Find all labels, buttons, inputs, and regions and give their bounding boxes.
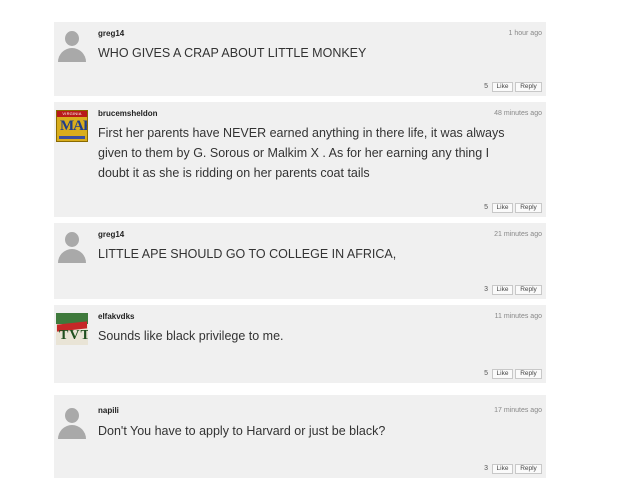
like-button[interactable]: Like bbox=[492, 82, 513, 92]
comment-username[interactable]: napili bbox=[98, 406, 119, 415]
comment-username[interactable]: greg14 bbox=[98, 230, 124, 239]
comment-actions: 5 Like Reply bbox=[462, 82, 542, 92]
comment-text: LITTLE APE SHOULD GO TO COLLEGE IN AFRIC… bbox=[98, 247, 397, 261]
avatar-top-text: VIRGINIA bbox=[57, 111, 87, 117]
comment-item: TVT elfakvdks 11 minutes ago Sounds like… bbox=[54, 305, 546, 383]
like-count: 3 bbox=[484, 286, 488, 293]
reply-button[interactable]: Reply bbox=[515, 464, 542, 474]
like-button[interactable]: Like bbox=[492, 464, 513, 474]
like-button[interactable]: Like bbox=[492, 369, 513, 379]
comment-actions: 3 Like Reply bbox=[462, 285, 542, 295]
comment-text: Don't You have to apply to Harvard or ju… bbox=[98, 424, 386, 438]
like-button[interactable]: Like bbox=[492, 203, 513, 213]
comment-text: Sounds like black privilege to me. bbox=[98, 329, 284, 343]
default-avatar-icon[interactable] bbox=[56, 407, 88, 439]
comment-actions: 5 Like Reply bbox=[462, 203, 542, 213]
tvt-avatar[interactable]: TVT bbox=[56, 313, 88, 345]
comment-timestamp: 17 minutes ago bbox=[494, 407, 542, 414]
reply-button[interactable]: Reply bbox=[515, 82, 542, 92]
avatar-mark-text: TVT bbox=[59, 328, 88, 343]
default-avatar-icon[interactable] bbox=[56, 231, 88, 263]
comment-username[interactable]: greg14 bbox=[98, 29, 124, 38]
comment-actions: 3 Like Reply bbox=[462, 464, 542, 474]
virginia-map-avatar[interactable]: VIRGINIA MAP bbox=[56, 110, 88, 142]
comment-item: napili 17 minutes ago Don't You have to … bbox=[54, 395, 546, 478]
comment-text: WHO GIVES A CRAP ABOUT LITTLE MONKEY bbox=[98, 46, 367, 60]
like-count: 3 bbox=[484, 465, 488, 472]
comment-timestamp: 21 minutes ago bbox=[494, 231, 542, 238]
default-avatar-icon[interactable] bbox=[56, 30, 88, 62]
reply-button[interactable]: Reply bbox=[515, 369, 542, 379]
comment-username[interactable]: elfakvdks bbox=[98, 312, 134, 321]
comment-timestamp: 48 minutes ago bbox=[494, 110, 542, 117]
reply-button[interactable]: Reply bbox=[515, 203, 542, 213]
like-count: 5 bbox=[484, 204, 488, 211]
like-button[interactable]: Like bbox=[492, 285, 513, 295]
comment-username[interactable]: brucemsheldon bbox=[98, 109, 158, 118]
comment-timestamp: 1 hour ago bbox=[508, 30, 542, 37]
comment-timestamp: 11 minutes ago bbox=[494, 313, 542, 320]
comment-item: greg14 21 minutes ago LITTLE APE SHOULD … bbox=[54, 223, 546, 299]
comment-item: VIRGINIA MAP brucemsheldon 48 minutes ag… bbox=[54, 102, 546, 217]
avatar-mark-text: MAP bbox=[60, 118, 87, 134]
like-count: 5 bbox=[484, 370, 488, 377]
reply-button[interactable]: Reply bbox=[515, 285, 542, 295]
like-count: 5 bbox=[484, 83, 488, 90]
comment-actions: 5 Like Reply bbox=[462, 369, 542, 379]
comment-item: greg14 1 hour ago WHO GIVES A CRAP ABOUT… bbox=[54, 22, 546, 96]
comment-text: First her parents have NEVER earned anyt… bbox=[98, 126, 505, 180]
